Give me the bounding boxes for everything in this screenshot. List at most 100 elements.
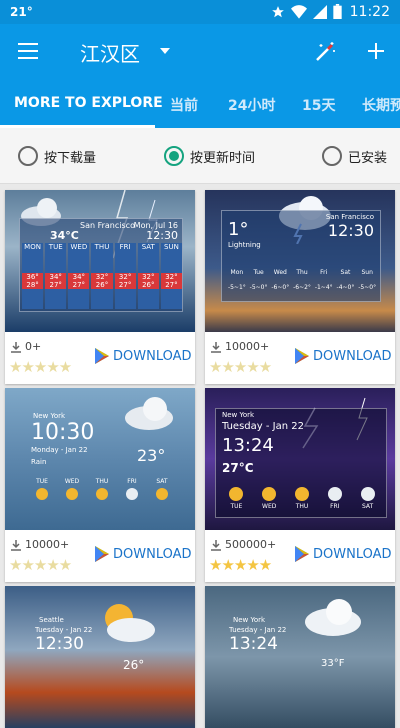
preview-date: Tuesday - Jan 22	[35, 626, 93, 634]
tab-long-term[interactable]: 长期预	[362, 95, 400, 115]
forecast-day: TUE 34° 27°	[45, 243, 67, 309]
radio-sort-by-update-time[interactable]: 按更新时间	[164, 146, 255, 166]
theme-preview-image[interactable]: San Francisco 1° Lightning 12:30 Mon -5~1…	[205, 190, 395, 332]
preview-time: 12:30	[146, 229, 178, 242]
preview-temp: 34°C	[50, 229, 79, 242]
download-button[interactable]: DOWNLOAD	[313, 547, 392, 562]
weather-widget-preview: San Francisco 1° Lightning 12:30 Mon -5~1…	[221, 210, 381, 302]
theme-preview-image[interactable]: New York Tuesday - Jan 22 13:24 27°C TUE…	[205, 388, 395, 530]
radio-circle[interactable]	[322, 146, 342, 166]
google-play-icon[interactable]	[295, 348, 309, 364]
forecast-day: SUN 32° 27°	[160, 243, 182, 309]
app-bar: 江汉区	[0, 24, 400, 80]
preview-temp: 33°F	[321, 658, 345, 669]
radio-label: 按下载量	[44, 150, 97, 166]
rating-stars: ★★★★★	[209, 358, 272, 376]
theme-card[interactable]: San Francisco Mon, Jul 16 34°C 12:30 MON…	[5, 190, 195, 384]
download-count-text: 10000+	[225, 340, 270, 353]
weather-widget-preview: San Francisco Mon, Jul 16 34°C 12:30 MON…	[19, 218, 183, 312]
forecast-day: WED 34° 27°	[68, 243, 90, 309]
forecast-day: Sat -4~0°	[336, 269, 355, 291]
forecast-day: SAT	[351, 487, 384, 510]
theme-preview-image[interactable]: New York Tuesday - Jan 22 13:24 33°F	[205, 586, 395, 728]
download-count: 10000+	[210, 340, 269, 353]
forecast-day: SAT 32° 26°	[137, 243, 159, 309]
preview-city: New York	[222, 411, 255, 419]
rating-stars: ★★★★★	[9, 556, 72, 574]
menu-icon[interactable]	[18, 43, 38, 59]
download-button[interactable]: DOWNLOAD	[113, 547, 192, 562]
preview-city: San Francisco	[325, 213, 374, 221]
tab-current[interactable]: 当前	[170, 95, 198, 115]
download-count: 0+	[10, 340, 41, 353]
status-temperature: 21°	[10, 5, 33, 19]
download-icon	[211, 539, 221, 551]
tab-24-hours[interactable]: 24小时	[228, 95, 275, 115]
preview-time: 12:30	[327, 221, 374, 240]
forecast-day: FRI	[117, 478, 147, 503]
theme-card[interactable]: New York Tuesday - Jan 22 13:24 33°F	[205, 586, 395, 728]
status-icons	[271, 4, 342, 19]
preview-temp: 23°	[137, 446, 166, 465]
status-bar: 21° 11:22	[0, 0, 400, 24]
tab-15-days[interactable]: 15天	[302, 95, 335, 115]
add-city-icon[interactable]	[366, 41, 386, 61]
card-footer: 500000+ ★★★★★ DOWNLOAD	[205, 530, 395, 582]
google-play-icon[interactable]	[95, 546, 109, 562]
forecast-day: WED	[57, 478, 87, 503]
theme-preview-image[interactable]: Seattle Tuesday - Jan 22 12:30 26°	[5, 586, 195, 728]
card-footer: 10000+ ★★★★★ DOWNLOAD	[205, 332, 395, 384]
forecast-row: Mon -5~1° Tue -5~0° Wed -6~0° Thu -6~2° Fri -…	[226, 269, 378, 291]
radio-circle[interactable]	[164, 146, 184, 166]
preview-city: New York	[233, 616, 266, 624]
theme-card[interactable]: Seattle Tuesday - Jan 22 12:30 26°	[5, 586, 195, 728]
forecast-day: THU 32° 26°	[91, 243, 113, 309]
preview-date: Monday - Jan 22	[31, 446, 88, 454]
download-button[interactable]: DOWNLOAD	[113, 349, 192, 364]
radio-circle[interactable]	[18, 146, 38, 166]
forecast-day: WED	[253, 487, 286, 510]
magic-wand-icon[interactable]	[313, 40, 337, 64]
forecast-day: Tue -5~0°	[249, 269, 268, 291]
forecast-row: MON 36° 28° TUE 34° 27° WED 34° 27° THU 32° 26° …	[22, 243, 182, 309]
snow-cloud-icon	[305, 599, 361, 636]
rating-stars: ★★★★★	[9, 358, 72, 376]
download-button[interactable]: DOWNLOAD	[313, 349, 392, 364]
google-play-icon[interactable]	[295, 546, 309, 562]
theme-preview-image[interactable]: New York 10:30 Monday - Jan 22 Rain 23° …	[5, 388, 195, 530]
download-count: 500000+	[210, 538, 276, 551]
wifi-icon	[291, 4, 307, 19]
theme-card[interactable]: New York Tuesday - Jan 22 13:24 27°C TUE…	[205, 388, 395, 582]
theme-card[interactable]: New York 10:30 Monday - Jan 22 Rain 23° …	[5, 388, 195, 582]
chevron-down-icon[interactable]	[160, 48, 170, 54]
theme-card[interactable]: San Francisco 1° Lightning 12:30 Mon -5~1…	[205, 190, 395, 384]
radio-installed[interactable]: 已安装	[322, 146, 387, 166]
forecast-day: Mon -5~1°	[227, 269, 246, 291]
preview-city: Seattle	[39, 616, 64, 624]
signal-icon	[313, 4, 327, 19]
sun-cloud-icon	[105, 604, 155, 642]
forecast-row: TUE WED THU FRI SAT	[27, 478, 177, 503]
weather-widget-preview: New York Tuesday - Jan 22 13:24 27°C TUE…	[215, 408, 387, 518]
download-icon	[11, 539, 21, 551]
forecast-row: TUE WED THU FRI SAT	[220, 487, 384, 510]
radio-sort-by-downloads[interactable]: 按下载量	[18, 146, 96, 166]
battery-icon	[333, 4, 342, 19]
download-count-text: 500000+	[225, 538, 277, 551]
preview-time: 13:24	[229, 634, 278, 654]
forecast-day: FRI 32° 27°	[114, 243, 136, 309]
tab-bar: MORE TO EXPLORE 当前 24小时 15天 长期预	[0, 80, 400, 128]
city-selector[interactable]: 江汉区	[80, 38, 140, 67]
google-play-icon[interactable]	[95, 348, 109, 364]
status-clock: 11:22	[349, 4, 390, 20]
rain-cloud-icon	[125, 397, 173, 430]
sort-filter-bar: 按下载量 按更新时间 已安装	[0, 128, 400, 184]
forecast-day: TUE	[27, 478, 57, 503]
preview-city: San Francisco	[80, 221, 135, 230]
forecast-day: Sun -5~0°	[358, 269, 377, 291]
preview-time: 12:30	[35, 634, 84, 654]
preview-city: New York	[33, 412, 66, 420]
theme-preview-image[interactable]: San Francisco Mon, Jul 16 34°C 12:30 MON…	[5, 190, 195, 332]
tab-more-to-explore[interactable]: MORE TO EXPLORE	[14, 95, 163, 111]
download-count: 10000+	[10, 538, 69, 551]
